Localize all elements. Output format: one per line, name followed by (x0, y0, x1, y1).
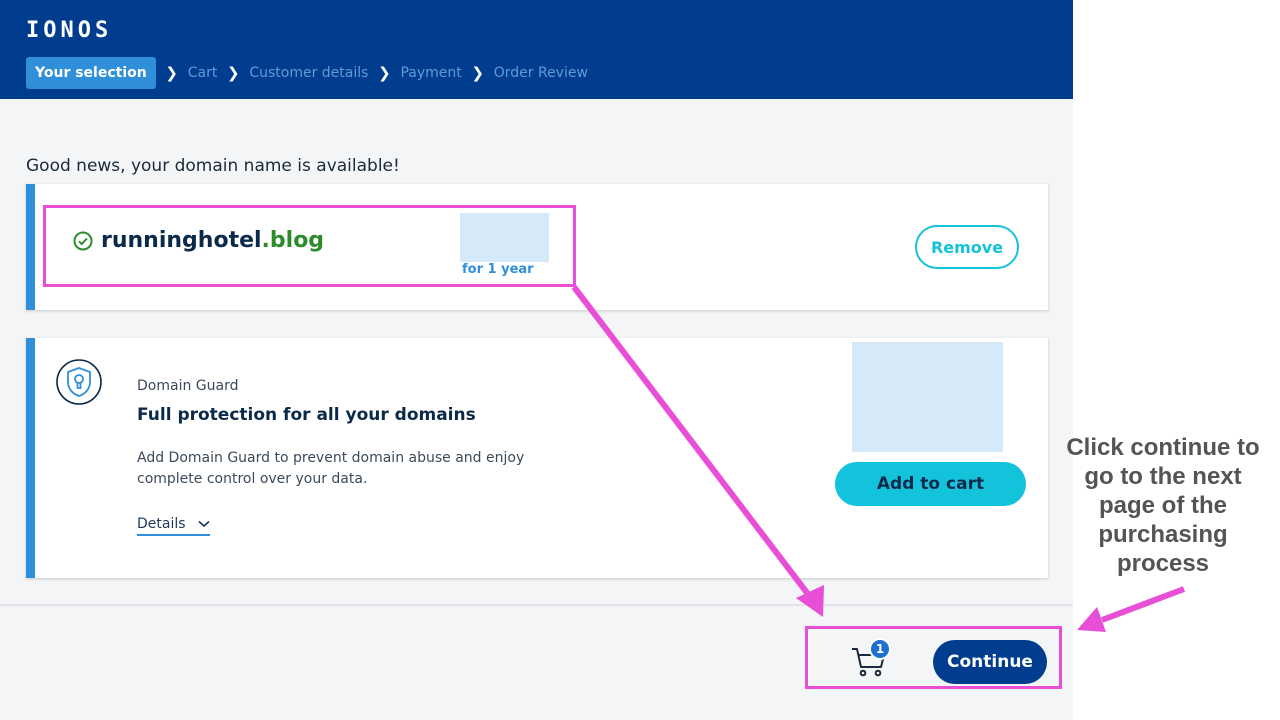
breadcrumb-order-review[interactable]: Order Review (494, 65, 588, 81)
highlight-domain-box (43, 205, 576, 287)
domain-guard-card: Domain Guard Full protection for all you… (26, 338, 1048, 578)
details-label: Details (137, 516, 186, 532)
availability-message: Good news, your domain name is available… (26, 156, 400, 176)
breadcrumb-payment[interactable]: Payment (400, 65, 461, 81)
chevron-down-icon (198, 520, 210, 528)
breadcrumb-separator-icon: ❯ (378, 64, 391, 82)
remove-button[interactable]: Remove (915, 225, 1019, 269)
site-header: IONOS Your selection ❯ Cart ❯ Customer d… (0, 0, 1073, 99)
breadcrumb-separator-icon: ❯ (165, 64, 178, 82)
product-title: Full protection for all your domains (137, 405, 476, 425)
breadcrumb-separator-icon: ❯ (471, 64, 485, 82)
details-link[interactable]: Details (137, 516, 210, 536)
add-to-cart-button[interactable]: Add to cart (835, 462, 1026, 506)
highlight-continue-box (805, 626, 1062, 689)
breadcrumb: Your selection ❯ Cart ❯ Customer details… (26, 57, 588, 89)
breadcrumb-your-selection[interactable]: Your selection (26, 57, 156, 89)
arrow-from-callout (1100, 586, 1186, 623)
ionos-logo[interactable]: IONOS (26, 18, 112, 43)
shield-lock-icon (56, 359, 102, 405)
breadcrumb-cart[interactable]: Cart (188, 65, 218, 81)
screenshot: IONOS Your selection ❯ Cart ❯ Customer d… (0, 0, 1073, 720)
breadcrumb-customer-details[interactable]: Customer details (249, 65, 368, 81)
product-label: Domain Guard (137, 378, 239, 394)
annotation-callout: Click continue to go to the next page of… (1066, 434, 1260, 577)
price-placeholder (852, 342, 1003, 452)
product-description: Add Domain Guard to prevent domain abuse… (137, 450, 525, 487)
arrow-head-icon (1077, 607, 1106, 632)
breadcrumb-separator-icon: ❯ (227, 64, 240, 82)
